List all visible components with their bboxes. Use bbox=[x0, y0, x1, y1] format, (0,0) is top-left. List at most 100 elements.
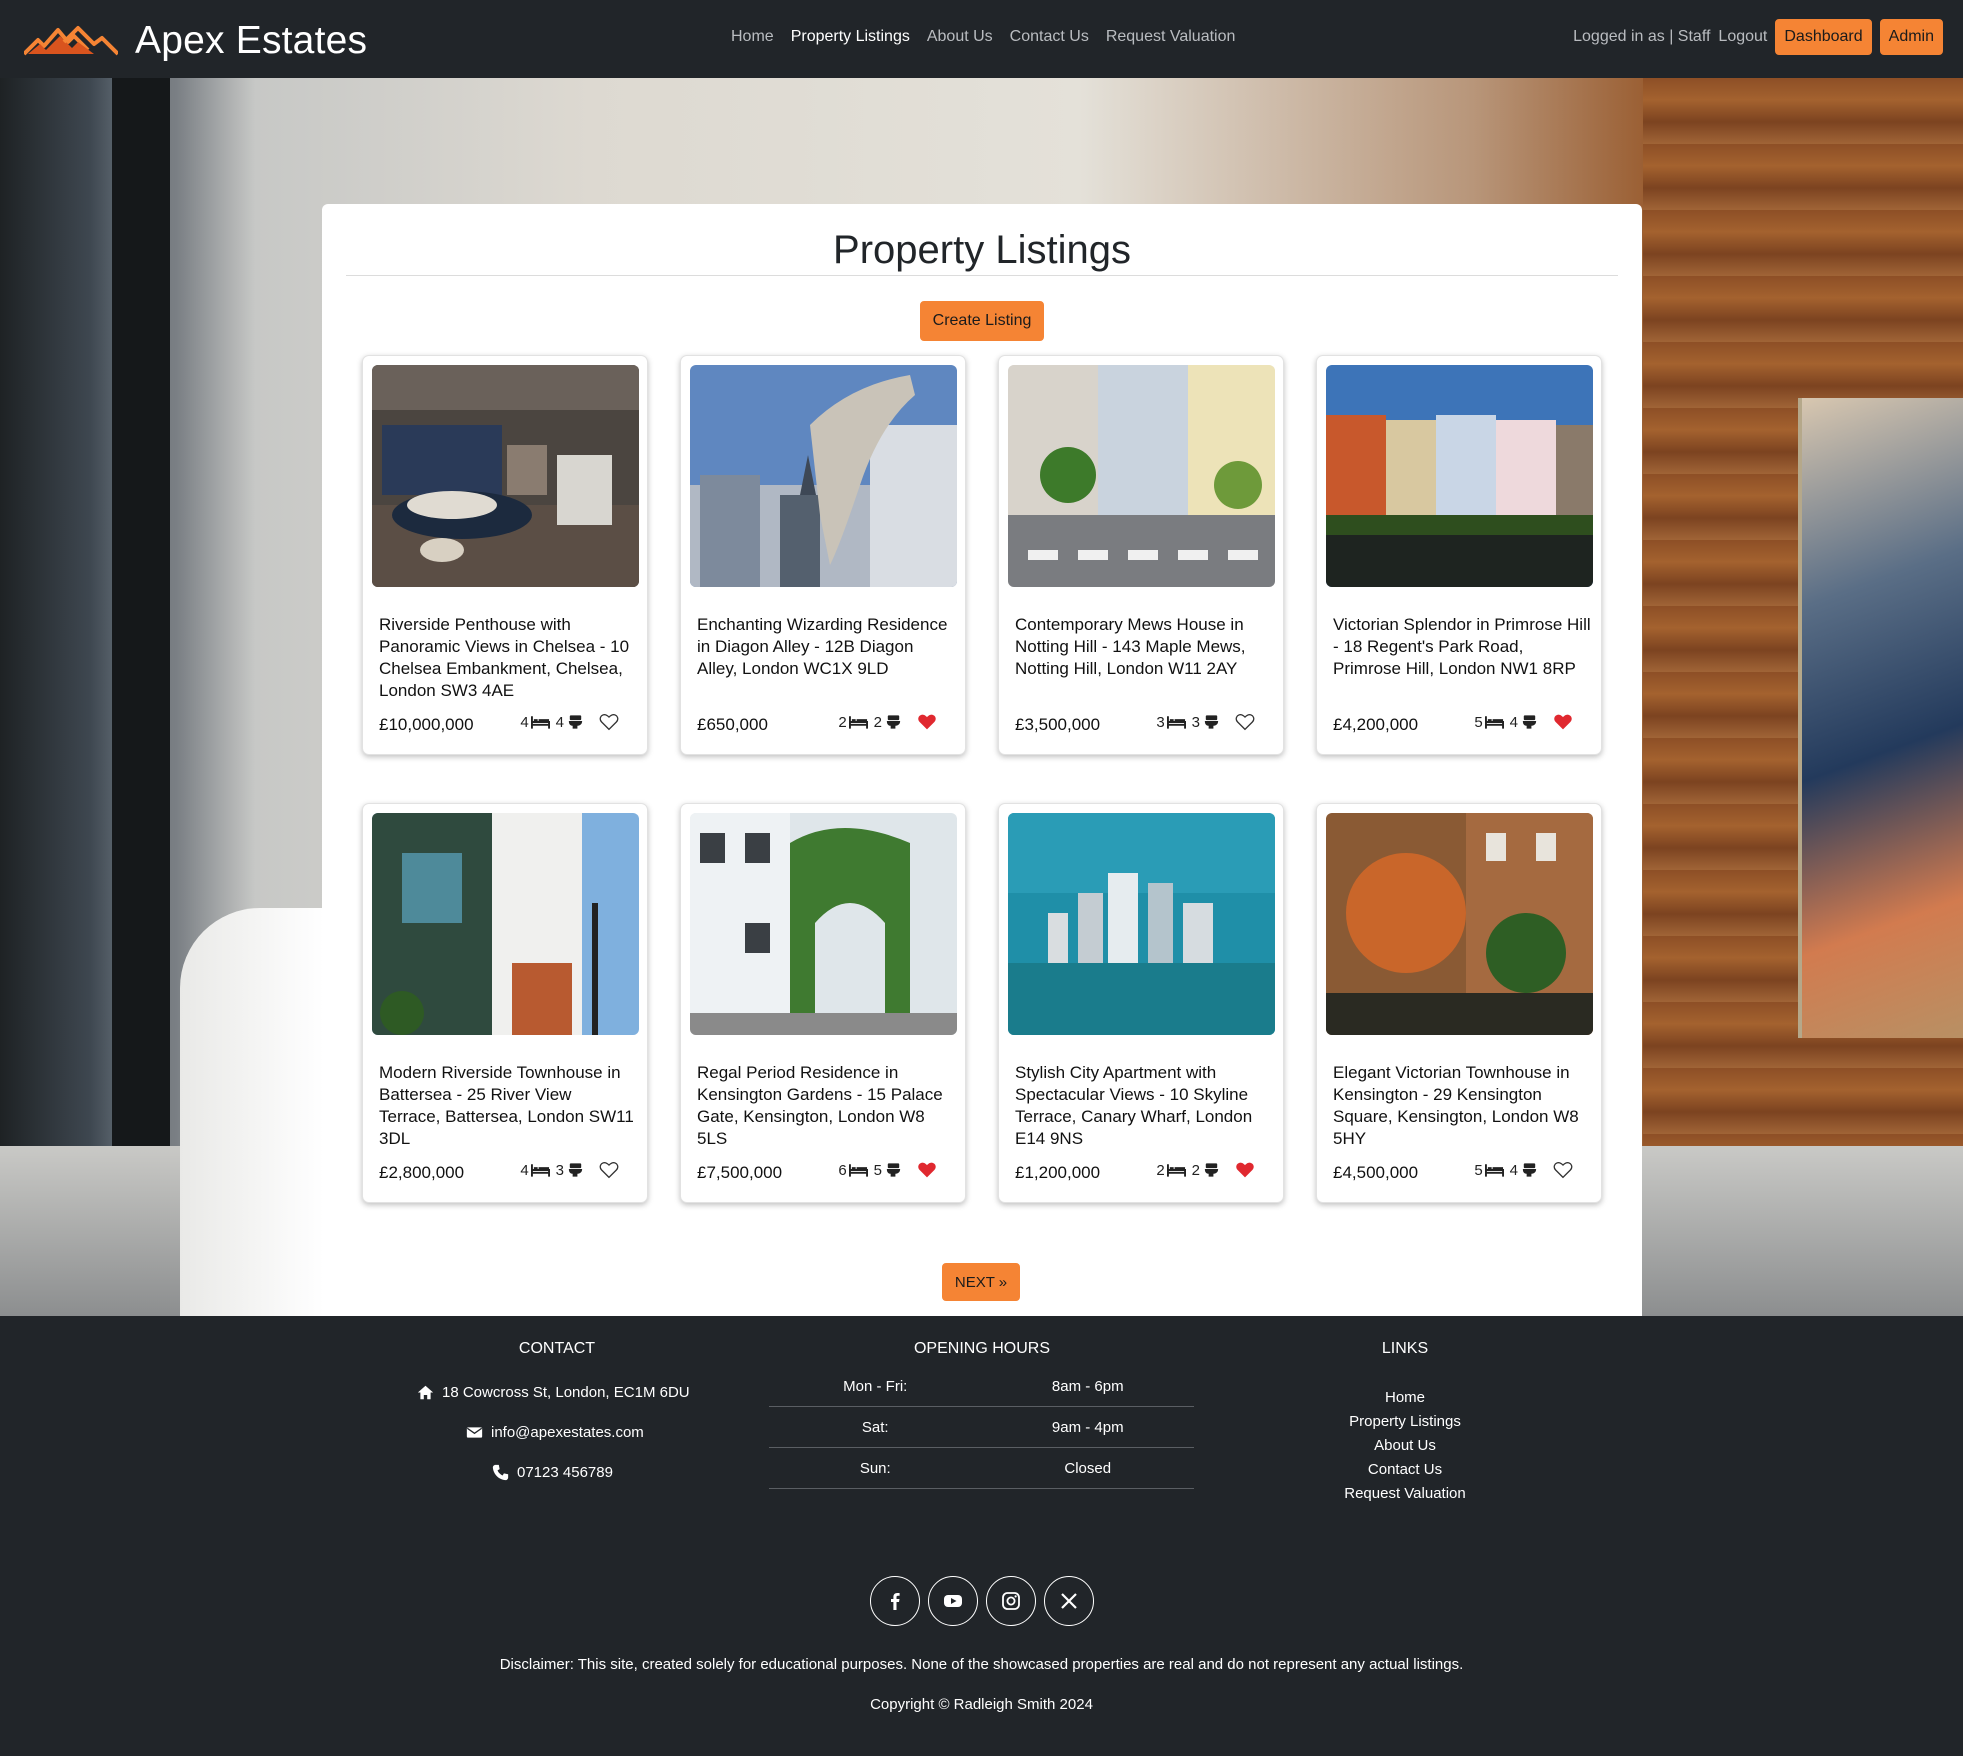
hero-window-frame bbox=[112, 78, 170, 1316]
listing-photo-mews bbox=[1008, 365, 1275, 587]
favorite-toggle[interactable] bbox=[599, 713, 619, 731]
listing-price: £1,200,000 bbox=[1015, 1163, 1101, 1182]
listing-title[interactable]: Victorian Splendor in Primrose Hill - 18… bbox=[1333, 614, 1591, 680]
favorite-toggle[interactable] bbox=[1235, 713, 1255, 731]
favorite-toggle[interactable] bbox=[1553, 713, 1573, 731]
site-footer: CONTACT 18 Cowcross St, London, EC1M 6DU… bbox=[0, 1316, 1963, 1756]
listing-card[interactable]: Victorian Splendor in Primrose Hill - 18… bbox=[1316, 355, 1602, 755]
hours-day: Sat: bbox=[861, 1418, 889, 1436]
hours-time: 9am - 4pm bbox=[1051, 1418, 1124, 1436]
links-heading: LINKS bbox=[1381, 1340, 1429, 1357]
address-row: 18 Cowcross St, London, EC1M 6DU bbox=[417, 1384, 690, 1401]
heart-filled-icon bbox=[1236, 1162, 1254, 1178]
disclaimer-text: Disclaimer: This site, created solely fo… bbox=[499, 1656, 1464, 1673]
listing-title[interactable]: Regal Period Residence in Kensington Gar… bbox=[697, 1062, 955, 1150]
heart-filled-icon bbox=[918, 1162, 936, 1178]
nav-property-listings[interactable]: Property Listings bbox=[791, 28, 910, 46]
listing-photo-battersea bbox=[372, 813, 639, 1035]
brand[interactable]: Apex Estates bbox=[24, 16, 367, 62]
mountain-logo-icon bbox=[24, 26, 118, 56]
favorite-toggle[interactable] bbox=[1235, 1161, 1255, 1179]
listing-card[interactable]: Elegant Victorian Townhouse in Kensingto… bbox=[1316, 803, 1602, 1203]
social-links bbox=[870, 1576, 1094, 1626]
bed-icon bbox=[530, 1164, 550, 1177]
listing-photo bbox=[690, 365, 957, 587]
nav-contact-us[interactable]: Contact Us bbox=[1010, 28, 1089, 46]
address-text: 18 Cowcross St, London, EC1M 6DU bbox=[442, 1384, 690, 1401]
listing-price: £7,500,000 bbox=[697, 1163, 783, 1182]
create-listing-button[interactable]: Create Listing bbox=[920, 301, 1044, 341]
bath-count: 2 bbox=[1191, 1161, 1200, 1179]
toilet-icon bbox=[886, 1163, 901, 1177]
nav-request-valuation[interactable]: Request Valuation bbox=[1106, 28, 1236, 46]
instagram-link[interactable] bbox=[986, 1576, 1036, 1626]
listing-title[interactable]: Elegant Victorian Townhouse in Kensingto… bbox=[1333, 1062, 1591, 1150]
listing-title[interactable]: Riverside Penthouse with Panoramic Views… bbox=[379, 614, 637, 702]
top-navbar: Apex Estates Home Property Listings Abou… bbox=[0, 0, 1963, 78]
listing-card[interactable]: Riverside Penthouse with Panoramic Views… bbox=[362, 355, 648, 755]
phone-link[interactable]: 07123 456789 bbox=[517, 1464, 613, 1481]
youtube-link[interactable] bbox=[928, 1576, 978, 1626]
footer-link-property-listings[interactable]: Property Listings bbox=[1255, 1410, 1555, 1434]
nav-about-us[interactable]: About Us bbox=[927, 28, 993, 46]
listing-stats: 3 3 bbox=[1156, 713, 1255, 731]
listing-stats: 2 2 bbox=[838, 713, 937, 731]
x-icon bbox=[1061, 1593, 1077, 1609]
listing-title[interactable]: Stylish City Apartment with Spectacular … bbox=[1015, 1062, 1273, 1150]
footer-link-contact-us[interactable]: Contact Us bbox=[1255, 1458, 1555, 1482]
listing-price: £4,500,000 bbox=[1333, 1163, 1419, 1182]
listing-title[interactable]: Modern Riverside Townhouse in Battersea … bbox=[379, 1062, 637, 1150]
listing-stats: 5 4 bbox=[1474, 713, 1573, 731]
toilet-icon bbox=[1204, 715, 1219, 729]
toilet-icon bbox=[568, 715, 583, 729]
listing-title[interactable]: Contemporary Mews House in Notting Hill … bbox=[1015, 614, 1273, 680]
listing-price: £2,800,000 bbox=[379, 1163, 465, 1182]
facebook-link[interactable] bbox=[870, 1576, 920, 1626]
bed-count: 4 bbox=[520, 713, 529, 731]
listings-panel: Property Listings Create Listing Riversi… bbox=[322, 204, 1642, 1316]
logout-link[interactable]: Logout bbox=[1718, 28, 1767, 46]
hours-heading: OPENING HOURS bbox=[913, 1340, 1050, 1357]
email-link[interactable]: info@apexestates.com bbox=[491, 1424, 644, 1441]
listing-photo-penthouse bbox=[372, 365, 639, 587]
hours-day: Mon - Fri: bbox=[843, 1377, 908, 1395]
hours-time: Closed bbox=[1064, 1459, 1112, 1477]
logged-in-status: Logged in as | Staff bbox=[1573, 28, 1711, 45]
listing-stats: 5 4 bbox=[1474, 1161, 1573, 1179]
user-area: Logged in as | Staff Logout Dashboard Ad… bbox=[1573, 19, 1943, 55]
next-page-button[interactable]: NEXT » bbox=[942, 1263, 1020, 1301]
listing-stats: 4 3 bbox=[520, 1161, 619, 1179]
listing-card[interactable]: Enchanting Wizarding Residence in Diagon… bbox=[680, 355, 966, 755]
favorite-toggle[interactable] bbox=[917, 713, 937, 731]
favorite-toggle[interactable] bbox=[1553, 1161, 1573, 1179]
email-row: info@apexestates.com bbox=[466, 1424, 644, 1441]
heart-outline-icon bbox=[1235, 713, 1255, 731]
dashboard-button[interactable]: Dashboard bbox=[1775, 19, 1872, 55]
favorite-toggle[interactable] bbox=[917, 1161, 937, 1179]
listing-card[interactable]: Contemporary Mews House in Notting Hill … bbox=[998, 355, 1284, 755]
footer-link-about-us[interactable]: About Us bbox=[1255, 1434, 1555, 1458]
footer-link-request-valuation[interactable]: Request Valuation bbox=[1255, 1482, 1555, 1506]
bed-icon bbox=[1166, 716, 1186, 729]
footer-link-home[interactable]: Home bbox=[1255, 1386, 1555, 1410]
phone-row: 07123 456789 bbox=[492, 1464, 613, 1481]
bed-count: 6 bbox=[838, 1161, 847, 1179]
x-link[interactable] bbox=[1044, 1576, 1094, 1626]
listing-card[interactable]: Regal Period Residence in Kensington Gar… bbox=[680, 803, 966, 1203]
home-icon bbox=[417, 1385, 434, 1400]
favorite-toggle[interactable] bbox=[599, 1161, 619, 1179]
listing-card[interactable]: Modern Riverside Townhouse in Battersea … bbox=[362, 803, 648, 1203]
admin-button[interactable]: Admin bbox=[1879, 19, 1943, 55]
bed-icon bbox=[848, 716, 868, 729]
phone-icon bbox=[492, 1464, 509, 1481]
listing-title[interactable]: Enchanting Wizarding Residence in Diagon… bbox=[697, 614, 955, 680]
opening-hours-table: Mon - Fri: 8am - 6pm Sat: 9am - 4pm Sun: Cl… bbox=[769, 1366, 1194, 1489]
bed-count: 5 bbox=[1474, 1161, 1483, 1179]
listing-photo-canary-wharf bbox=[1008, 813, 1275, 1035]
heart-outline-icon bbox=[599, 713, 619, 731]
heart-outline-icon bbox=[1553, 1161, 1573, 1179]
hours-row: Mon - Fri: 8am - 6pm bbox=[769, 1366, 1194, 1407]
bath-count: 4 bbox=[1509, 1161, 1518, 1179]
listing-card[interactable]: Stylish City Apartment with Spectacular … bbox=[998, 803, 1284, 1203]
nav-home[interactable]: Home bbox=[731, 28, 774, 46]
